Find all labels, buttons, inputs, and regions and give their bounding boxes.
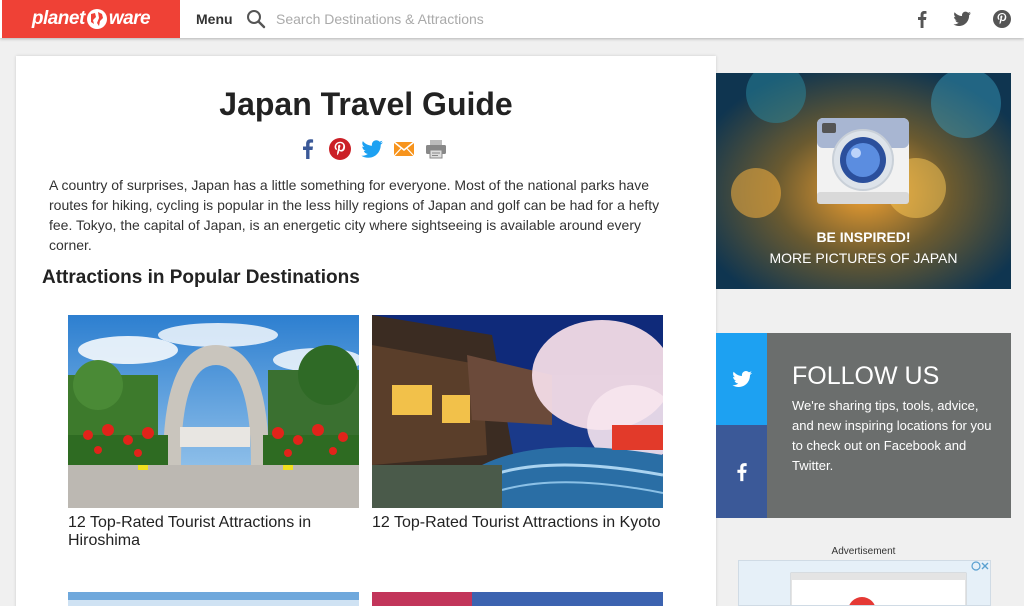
- card-caption[interactable]: 12 Top-Rated Tourist Attractions in Hiro…: [68, 514, 359, 550]
- search-icon[interactable]: [246, 9, 266, 29]
- hiroshima-image[interactable]: [68, 315, 359, 508]
- camera-icon: [817, 118, 909, 204]
- facebook-icon: [736, 462, 747, 481]
- pinterest-icon[interactable]: [328, 137, 352, 161]
- menu-button[interactable]: Menu: [196, 11, 233, 27]
- kyoto-image[interactable]: [372, 315, 663, 508]
- inspire-title[interactable]: BE INSPIRED!: [716, 229, 1011, 245]
- top-bar: planet ware Menu: [0, 0, 1024, 38]
- card-3-image[interactable]: [68, 592, 359, 606]
- attraction-card-3[interactable]: [68, 592, 359, 606]
- follow-title: FOLLOW US: [792, 362, 940, 390]
- pinterest-icon[interactable]: [992, 9, 1012, 29]
- intro-paragraph: A country of surprises, Japan has a litt…: [49, 177, 660, 253]
- attraction-card-4[interactable]: [372, 592, 663, 606]
- section-title: Attractions in Popular Destinations: [42, 267, 360, 288]
- follow-description: We're sharing tips, tools, advice, and n…: [792, 398, 992, 473]
- search-input[interactable]: [276, 8, 596, 30]
- follow-twitter-button[interactable]: [716, 333, 767, 425]
- site-logo[interactable]: planet ware: [2, 0, 180, 38]
- twitter-icon[interactable]: [360, 137, 384, 161]
- card-caption[interactable]: 12 Top-Rated Tourist Attractions in Kyot…: [372, 514, 663, 532]
- email-icon[interactable]: [392, 137, 416, 161]
- share-bar: [296, 136, 448, 162]
- twitter-icon[interactable]: [952, 9, 972, 29]
- logo-text-right: ware: [108, 8, 151, 29]
- logo-text-left: planet: [31, 8, 85, 29]
- globe-icon: [86, 9, 107, 29]
- ad-label: Advertisement: [831, 546, 896, 557]
- attraction-card-hiroshima[interactable]: 12 Top-Rated Tourist Attractions in Hiro…: [68, 315, 359, 550]
- inspire-banner[interactable]: BE INSPIRED! MORE PICTURES OF JAPAN: [716, 73, 1011, 289]
- advertisement[interactable]: [738, 560, 991, 606]
- article-card: Japan Travel Guide A country of surprise…: [16, 56, 716, 606]
- attraction-card-kyoto[interactable]: 12 Top-Rated Tourist Attractions in Kyot…: [372, 315, 663, 532]
- inspire-subtitle[interactable]: MORE PICTURES OF JAPAN: [716, 250, 1011, 266]
- twitter-icon: [731, 371, 752, 387]
- follow-us-panel: FOLLOW US We're sharing tips, tools, adv…: [716, 333, 1011, 518]
- follow-facebook-button[interactable]: [716, 425, 767, 518]
- page-title: Japan Travel Guide: [219, 86, 513, 122]
- card-4-image[interactable]: [372, 592, 663, 606]
- facebook-icon[interactable]: [296, 137, 320, 161]
- facebook-icon[interactable]: [912, 9, 932, 29]
- print-icon[interactable]: [424, 137, 448, 161]
